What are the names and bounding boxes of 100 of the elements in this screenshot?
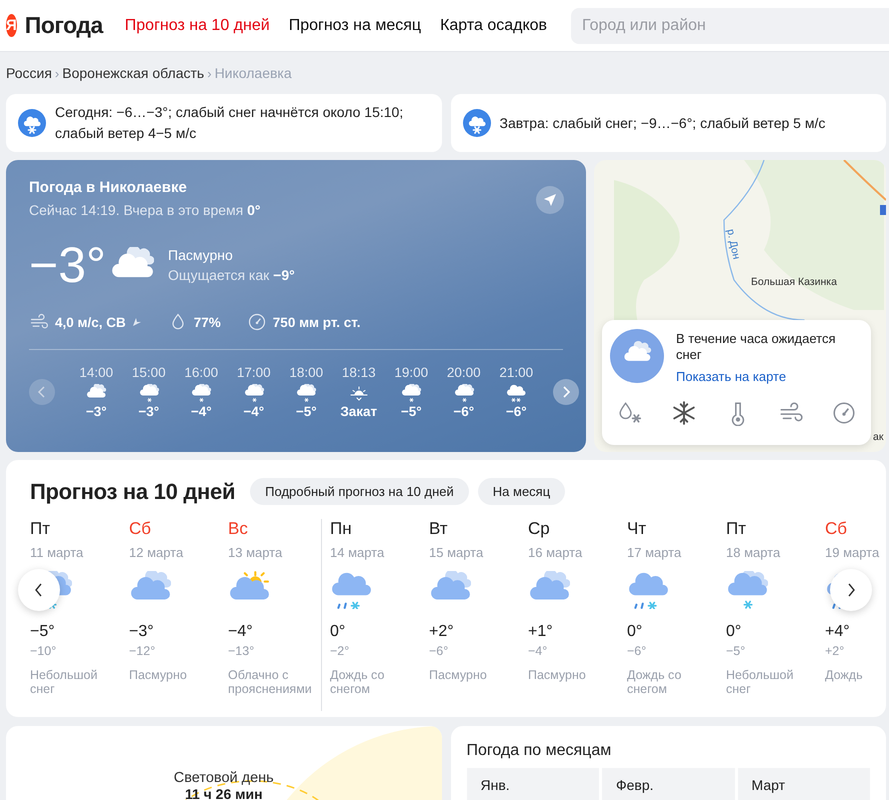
road-line: [843, 160, 886, 201]
forecast-alert-card[interactable]: Сегодня: −6…−3°; слабый снег начнётся около 15:10; слабый ветер 4−5 м/с: [6, 94, 442, 152]
forecast-button[interactable]: Подробный прогноз на 10 дней: [250, 478, 469, 505]
min-temperature: −13°: [228, 644, 256, 658]
hour-time: 21:00: [499, 365, 534, 380]
daylight-value: 11 ч 26 мин: [184, 786, 264, 800]
hour-time: 18:00: [289, 365, 324, 380]
map-label: р. Дон: [724, 228, 742, 260]
breadcrumb-separator: ›: [207, 66, 212, 80]
snow-icon: [138, 384, 160, 402]
next-button[interactable]: [552, 379, 578, 405]
condition-text: Пасмурно: [168, 247, 234, 263]
chevron-right-icon: [846, 583, 856, 597]
condition-text: Небольшой снег: [726, 668, 794, 696]
forecast-button[interactable]: На месяц: [478, 478, 566, 505]
map-card[interactable]: р. Дон Большая Казинка ак В течение часа ожидается снег Показать на карте: [594, 160, 886, 452]
min-temperature: +2°: [825, 644, 846, 658]
month-tab[interactable]: Февр.: [602, 768, 734, 800]
wind-value: 4,0 м/с, СВ: [55, 314, 126, 330]
weather-title: Погода в Николаевке: [29, 179, 188, 196]
snow-icon: [190, 384, 212, 402]
min-temperature: −12°: [129, 644, 156, 658]
previous-button[interactable]: [18, 569, 60, 611]
nav-link[interactable]: Прогноз на 10 дней: [124, 16, 270, 34]
logo-text[interactable]: Погода: [24, 12, 103, 39]
nav-link[interactable]: Прогноз на месяц: [288, 16, 422, 34]
hour-time: 19:00: [394, 365, 428, 380]
max-temperature: −4°: [228, 623, 254, 641]
hour-value: −6°: [506, 404, 527, 419]
condition-text: Пасмурно: [528, 668, 587, 682]
hour-value: −5°: [296, 404, 317, 419]
weekday-label: Пт: [726, 519, 748, 539]
condition-text: Дождь со снегом: [627, 668, 682, 696]
min-temperature: −2°: [330, 644, 350, 658]
min-temperature: −6°: [627, 644, 648, 658]
snow-cloud-icon: [18, 109, 46, 137]
weekday-label: Сб: [129, 519, 152, 539]
rain-snow-icon: [627, 571, 669, 609]
condition-text: Дождь: [825, 668, 864, 682]
hour-time: 17:00: [236, 365, 271, 380]
sunset-icon: [348, 384, 370, 402]
min-temperature: −5°: [726, 644, 746, 658]
hour-value: −6°: [453, 404, 474, 419]
date-label: 17 марта: [627, 545, 682, 560]
nav-link[interactable]: Карта осадков: [440, 16, 548, 34]
precipitation-text: В течение часа ожидается снег: [676, 331, 837, 363]
date-label: 13 марта: [228, 545, 284, 560]
snow-icon: [295, 384, 318, 402]
hour-value: −3°: [86, 404, 107, 419]
hour-time: 16:00: [184, 365, 218, 380]
condition-text: Облачно с прояснениями: [228, 668, 313, 696]
search-field[interactable]: Город или район: [571, 8, 889, 44]
breadcrumb-link[interactable]: Россия: [6, 65, 52, 81]
pressure-value: 750 мм рт. ст.: [272, 314, 360, 330]
weekday-label: Вт: [429, 519, 449, 539]
date-label: 12 марта: [129, 545, 184, 560]
snow-icon: [726, 571, 768, 609]
rain-snow-icon: [330, 571, 372, 609]
breadcrumb-separator: ›: [54, 66, 60, 80]
condition-text: Пасмурно: [429, 668, 488, 682]
hour-time: 18:13: [342, 365, 376, 380]
cloud-icon: [610, 329, 664, 383]
current-time-text: Сейчас 14:19. Вчера в это время 0°: [29, 202, 262, 218]
pressure-layer-icon[interactable]: [831, 400, 857, 426]
logo-letter[interactable]: Я: [6, 14, 17, 37]
chevron-right-icon: [560, 386, 570, 398]
hour-time: 14:00: [79, 365, 114, 380]
date-label: 16 марта: [528, 545, 584, 560]
min-temperature: −6°: [429, 644, 450, 658]
location-button[interactable]: [536, 186, 564, 214]
hour-value: Закат: [340, 404, 378, 419]
max-temperature: +1°: [528, 623, 554, 641]
hour-time: 15:00: [132, 365, 166, 380]
next-button[interactable]: [830, 569, 872, 611]
direction-arrow-icon: [132, 317, 142, 327]
previous-button[interactable]: [29, 379, 55, 405]
weekday-label: Пн: [330, 519, 353, 539]
show-on-map-link[interactable]: Показать на карте: [676, 369, 786, 384]
month-tab[interactable]: Янв.: [466, 768, 599, 800]
max-temperature: +2°: [429, 623, 455, 641]
hour-value: −4°: [190, 404, 212, 419]
daylight-title: Световой день: [172, 770, 275, 786]
month-tab[interactable]: Март: [738, 768, 870, 800]
snow-icon: [242, 384, 265, 402]
snow-icon: [400, 384, 422, 402]
hour-time: 20:00: [446, 365, 481, 380]
date-label: 11 марта: [30, 545, 84, 560]
condition-text: Пасмурно: [129, 668, 188, 682]
date-label: 19 марта: [825, 545, 880, 560]
snow-icon: [452, 384, 475, 402]
current-temperature: −3°: [29, 236, 106, 294]
forecast-alert-card[interactable]: Завтра: слабый снег; −9…−6°; слабый ветер 5 м/с: [450, 94, 886, 152]
humidity-value: 77%: [194, 314, 221, 330]
snow-layer-icon[interactable]: [671, 400, 698, 426]
breadcrumb-link[interactable]: Воронежская область: [62, 65, 204, 81]
section-title: Погода по месяцам: [466, 742, 612, 760]
heavy-snow-icon: [505, 384, 528, 402]
navigation-arrow-icon: [543, 193, 557, 207]
gauge-icon: [246, 312, 267, 332]
section-title: Прогноз на 10 дней: [30, 478, 236, 504]
